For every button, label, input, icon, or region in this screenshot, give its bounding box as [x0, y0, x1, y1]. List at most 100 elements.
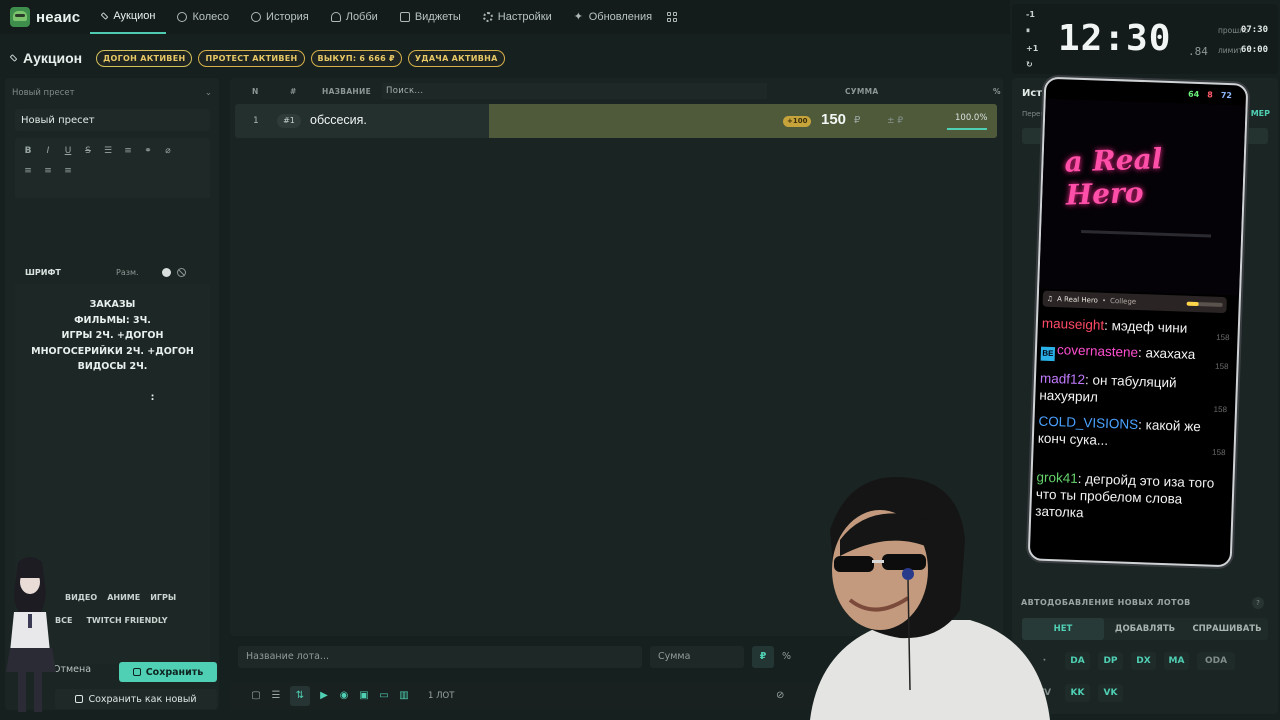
lot-name[interactable]: обссесия. — [310, 113, 367, 127]
lot-percent-bar — [947, 128, 987, 130]
timer-ms: .84 — [1188, 45, 1208, 58]
gamepad-icon[interactable]: ◉ — [338, 690, 350, 702]
table-row[interactable]: 1 #1 обссесия. +100 150 ₽ ± ₽ 100.0% — [235, 104, 997, 138]
underline-icon[interactable]: U — [63, 146, 73, 156]
status-badge-protest[interactable]: ПРОТЕСТ АКТИВЕН — [198, 49, 305, 67]
add-100-button[interactable]: +100 — [783, 116, 812, 127]
service-dx[interactable]: DX — [1131, 652, 1156, 670]
align-left-icon[interactable]: ≡ — [23, 166, 33, 176]
youtube-icon[interactable]: ▶ — [318, 690, 330, 702]
chat-message: grok41: дегройд это иза того что ты проб… — [1035, 469, 1225, 527]
app-logo[interactable]: неаис — [0, 0, 90, 34]
color-picker-icon[interactable] — [162, 267, 171, 277]
font-select[interactable]: ШРИФТ — [25, 268, 110, 277]
preset-select[interactable]: Новый пресет ⌄ — [12, 84, 212, 102]
nav-wheel[interactable]: Колесо — [166, 0, 240, 34]
film-icon[interactable]: ▣ — [358, 690, 370, 702]
sparkle-icon: ✦ — [573, 11, 583, 23]
save-button[interactable]: Сохранить — [119, 662, 217, 682]
chat-text: : ахахаха — [1137, 345, 1196, 363]
page-title-text: Аукцион — [23, 50, 83, 66]
page-header: Аукцион ДОГОН АКТИВЕН ПРОТЕСТ АКТИВЕН ВЫ… — [0, 44, 1010, 72]
chat-message: BE covernastene: ахахаха 158 — [1040, 341, 1230, 371]
save-as-new-button[interactable]: Сохранить как новый — [55, 689, 217, 709]
tag-anime[interactable]: АНИМЕ — [107, 593, 140, 602]
list-view-icon[interactable]: ☰ — [270, 690, 282, 702]
status-badge-buyout[interactable]: ВЫКУП: 6 666 ₽ — [310, 49, 402, 67]
timer-minus-button[interactable]: -1 — [1026, 10, 1035, 19]
service-da[interactable]: DA — [1065, 652, 1090, 670]
editor-line: : — [150, 391, 155, 403]
service-oda[interactable]: ODA — [1197, 652, 1235, 670]
status-badge-dogon[interactable]: ДОГОН АКТИВЕН — [96, 49, 193, 67]
align-right-icon[interactable]: ≡ — [63, 166, 73, 176]
clear-format-icon[interactable] — [177, 267, 186, 277]
history-link[interactable]: МЕР — [1251, 109, 1270, 118]
limit-value: 60:00 — [1240, 45, 1268, 55]
reset-icon[interactable]: ↻ — [1026, 60, 1033, 69]
strike-icon[interactable]: S — [83, 146, 93, 156]
sidebar-toggle-icon[interactable]: ▢ — [250, 690, 262, 702]
eye-off-icon[interactable]: ⊘ — [776, 690, 784, 701]
size-select[interactable]: Разм. — [116, 268, 156, 277]
autoadd-tab-ask[interactable]: СПРАШИВАТЬ — [1186, 618, 1268, 640]
chat-message: COLD_VISIONS: какой же конч сука... 158 — [1038, 413, 1227, 458]
tag-row-2: ВСЕ TWITCH FRIENDLY — [55, 616, 168, 625]
font-row: ШРИФТ Разм. — [15, 262, 210, 282]
lot-percent: 100.0% — [955, 113, 988, 123]
italic-icon[interactable]: I — [43, 146, 53, 156]
nav-history[interactable]: История — [240, 0, 320, 34]
editor-line: ЗАКАЗЫ — [89, 299, 136, 310]
col-hash: # — [290, 86, 297, 96]
pause-icon[interactable]: ⏸ — [1026, 26, 1030, 36]
editor-line: ВИДОСЫ 2Ч. — [77, 361, 148, 372]
align-center-icon[interactable]: ≡ — [43, 166, 53, 176]
anime-character-sticker — [6, 557, 56, 712]
kick-viewers: 64 — [1187, 89, 1200, 99]
chat-message: mauseight: мэдеф чини 158 — [1041, 315, 1230, 343]
currency-toggle[interactable]: ₽ — [752, 646, 774, 668]
adjust-amount-input[interactable]: ± ₽ — [887, 116, 903, 126]
nav-auction[interactable]: Аукцион — [90, 0, 167, 34]
bold-icon[interactable]: B — [23, 146, 33, 156]
book-icon[interactable]: ▥ — [398, 690, 410, 702]
ordered-list-icon[interactable]: ≡ — [123, 146, 133, 156]
service-kk[interactable]: KK — [1065, 684, 1090, 702]
autoadd-tab-add[interactable]: ДОБАВЛЯТЬ — [1104, 618, 1186, 640]
service-dp[interactable]: DP — [1098, 652, 1123, 670]
chat-time: 158 — [1214, 361, 1229, 372]
search-input[interactable]: Поиск... — [382, 83, 767, 99]
bullet-list-icon[interactable]: ☰ — [103, 146, 113, 156]
tag-games[interactable]: ИГРЫ — [150, 593, 176, 602]
phone-chat-overlay: 64 8 72 a Real Hero ♫ A Real Hero • Coll… — [1027, 76, 1249, 568]
service-vk[interactable]: VK — [1098, 684, 1123, 702]
webcam-streamer — [810, 477, 1050, 720]
nav-widgets[interactable]: Виджеты — [389, 0, 472, 34]
tag-video[interactable]: ВИДЕО — [65, 593, 97, 602]
save-button-label: Сохранить — [145, 666, 204, 678]
link-icon[interactable]: ⚭ — [143, 146, 153, 156]
limit-label: лимит — [1218, 46, 1243, 55]
sort-button[interactable]: ⇅ — [290, 686, 310, 706]
unlink-icon[interactable]: ⌀ — [163, 146, 173, 156]
chat-badge: BE — [1040, 346, 1056, 362]
tv-icon[interactable]: ▭ — [378, 690, 390, 702]
autoadd-tabs: НЕТ ДОБАВЛЯТЬ СПРАШИВАТЬ — [1022, 618, 1268, 640]
top-nav: неаис Аукцион Колесо История Лобби Видже… — [0, 0, 1010, 34]
chat-user: mauseight — [1041, 315, 1105, 333]
chat-time: 158 — [1211, 447, 1226, 458]
nav-updates[interactable]: ✦ Обновления — [563, 0, 663, 34]
timer-plus-button[interactable]: +1 — [1026, 44, 1038, 53]
apps-grid-icon[interactable] — [667, 12, 678, 22]
status-badge-luck[interactable]: УДАЧА АКТИВНА — [407, 49, 505, 67]
lot-name-input[interactable]: Название лота... — [238, 646, 642, 668]
tag-twitch-friendly[interactable]: TWITCH FRIENDLY — [86, 616, 167, 625]
nav-lobby[interactable]: Лобби — [320, 0, 389, 34]
help-icon[interactable]: ? — [1252, 597, 1264, 609]
preset-name-input[interactable]: Новый пресет — [15, 109, 210, 131]
history-subtitle: Переп — [1022, 110, 1045, 118]
nav-settings[interactable]: Настройки — [472, 0, 563, 34]
service-ma[interactable]: MA — [1164, 652, 1189, 670]
lot-sum-input[interactable]: Сумма — [650, 646, 744, 668]
wheel-icon — [177, 12, 188, 22]
